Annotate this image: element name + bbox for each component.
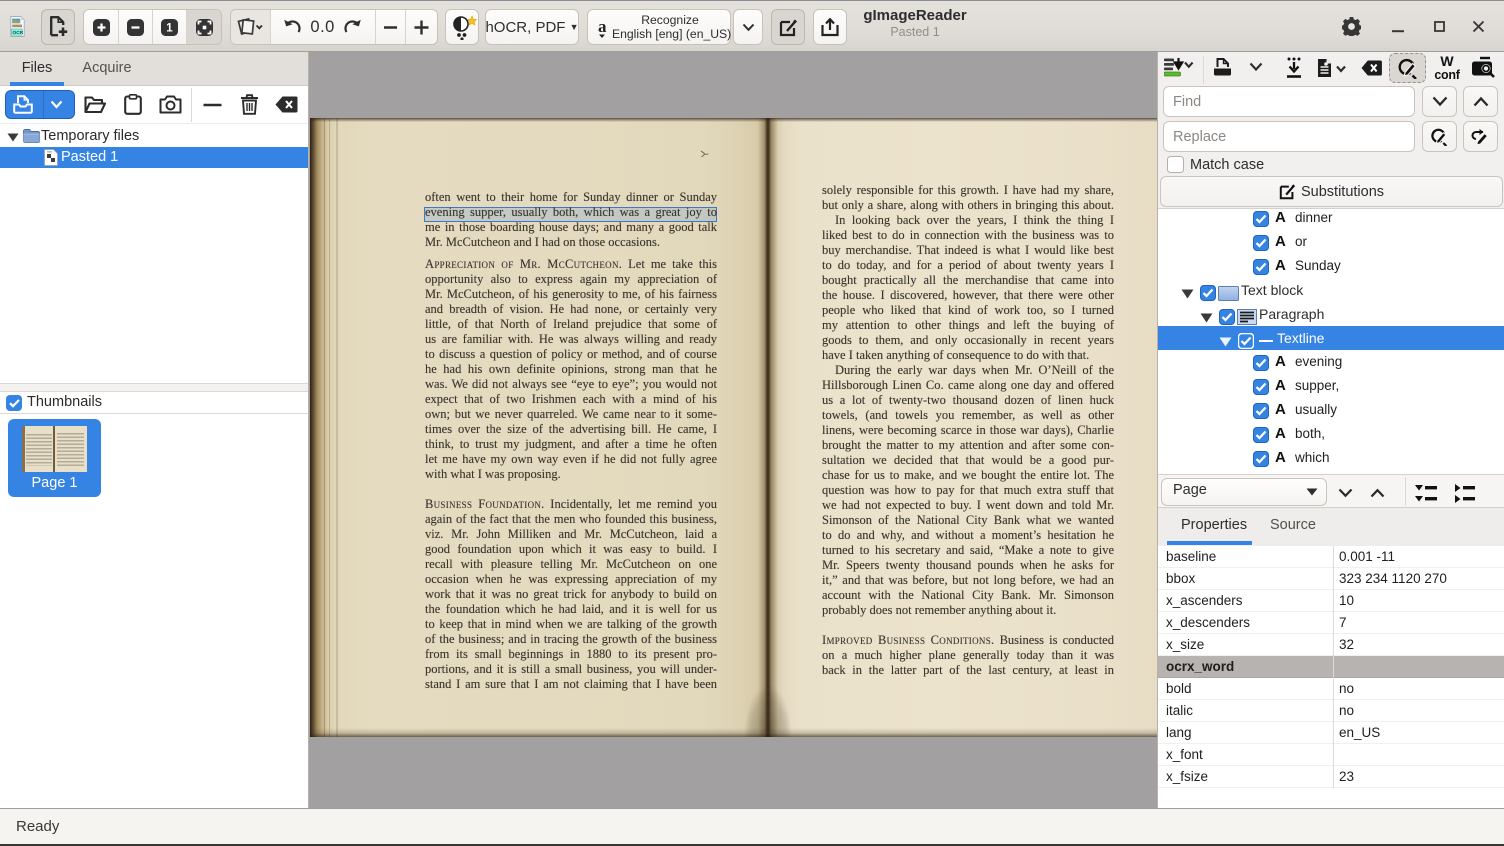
svg-text:OCR: OCR bbox=[13, 30, 24, 36]
svg-text:a: a bbox=[598, 17, 607, 36]
svg-text:1: 1 bbox=[166, 22, 173, 34]
